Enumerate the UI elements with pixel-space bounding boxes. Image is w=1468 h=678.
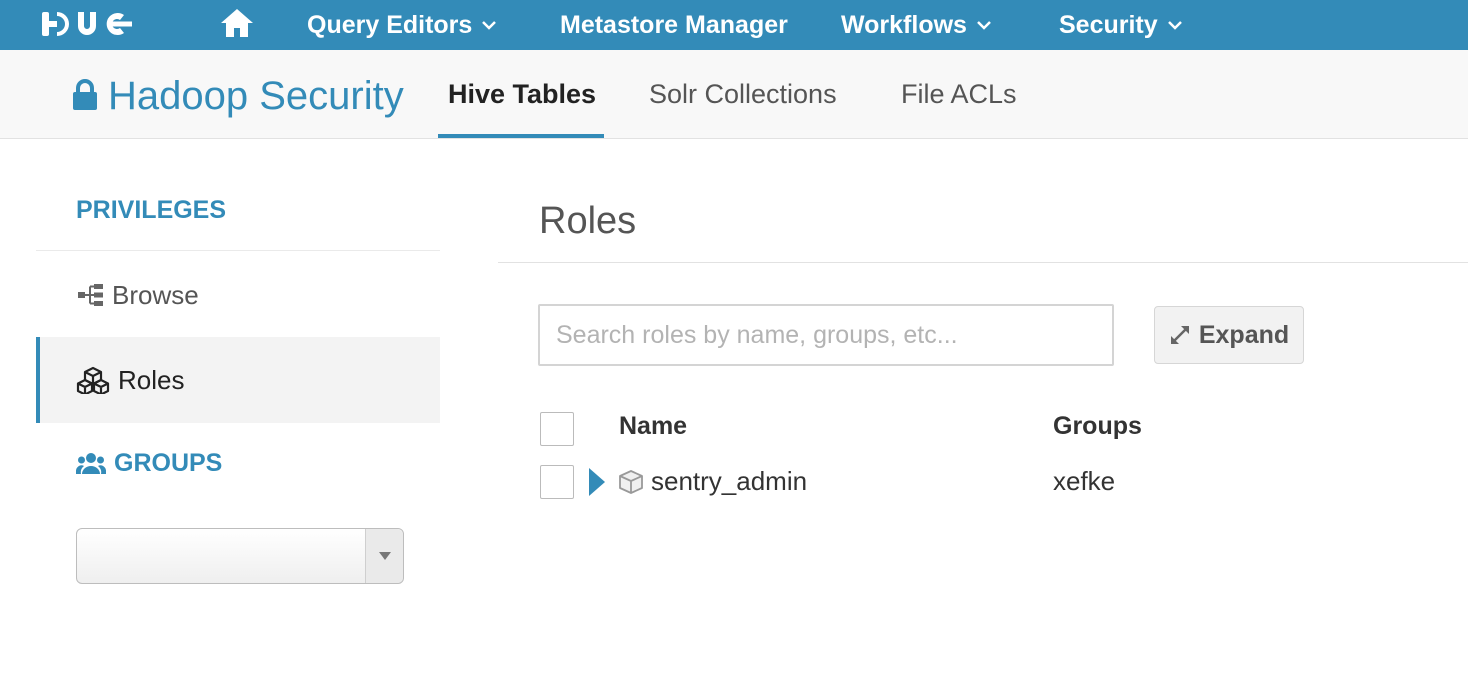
chevron-down-icon	[482, 21, 497, 30]
chevron-down-icon	[977, 21, 991, 30]
role-groups: xefke	[1053, 466, 1116, 496]
caret-right-icon[interactable]	[588, 467, 606, 497]
lock-icon	[73, 78, 97, 110]
expand-button[interactable]: Expand	[1154, 306, 1304, 364]
caret-down-icon	[378, 552, 391, 560]
nav-workflows[interactable]: Workflows	[841, 0, 991, 50]
role-name[interactable]: sentry_admin	[651, 466, 807, 497]
hue-logo[interactable]	[40, 9, 152, 39]
tab-solr-collections-label: Solr Collections	[649, 78, 837, 109]
sidebar-item-browse-label: Browse	[112, 279, 199, 310]
column-header-name: Name	[619, 412, 688, 440]
app-header: Hadoop Security Hive Tables Solr Collect…	[0, 50, 1468, 139]
sidebar-item-roles-label: Roles	[118, 364, 185, 395]
nav-security-label: Security	[1059, 10, 1158, 39]
cubes-icon	[76, 366, 110, 394]
nav-security[interactable]: Security	[1059, 0, 1182, 50]
group-select[interactable]	[76, 528, 404, 584]
search-roles-input[interactable]	[538, 304, 1114, 366]
row-checkbox[interactable]	[540, 465, 574, 499]
cube-icon	[619, 470, 643, 494]
privileges-header: PRIVILEGES	[76, 196, 227, 224]
top-navbar: Query Editors Metastore Manager Workflow…	[0, 0, 1468, 50]
column-header-groups: Groups	[1053, 412, 1142, 440]
home-icon	[221, 9, 253, 37]
app-title-label: Hadoop Security	[108, 74, 404, 118]
app-title[interactable]: Hadoop Security	[72, 74, 404, 119]
tree-icon	[78, 284, 103, 306]
tab-file-acls[interactable]: File ACLs	[901, 50, 1017, 138]
nav-workflows-label: Workflows	[841, 10, 967, 39]
main-divider	[498, 262, 1468, 263]
tab-hive-tables[interactable]: Hive Tables	[438, 50, 604, 138]
chevron-down-icon	[1167, 21, 1182, 30]
groups-header-label: GROUPS	[114, 449, 223, 477]
sidebar-item-browse[interactable]: Browse	[36, 252, 440, 338]
tab-file-acls-label: File ACLs	[901, 78, 1017, 109]
nav-metastore-manager[interactable]: Metastore Manager	[560, 0, 788, 50]
hue-logo-icon	[42, 12, 132, 36]
expand-button-label: Expand	[1198, 320, 1290, 349]
nav-query-editors-label: Query Editors	[307, 10, 473, 39]
group-select-toggle[interactable]	[365, 529, 403, 583]
users-icon	[76, 452, 106, 474]
select-all-checkbox[interactable]	[540, 412, 574, 446]
nav-metastore-manager-label: Metastore Manager	[560, 10, 788, 39]
sidebar-divider	[36, 250, 440, 251]
sidebar-item-roles[interactable]: Roles	[36, 337, 440, 423]
home-button[interactable]	[219, 7, 255, 39]
tab-hive-tables-label: Hive Tables	[448, 78, 597, 109]
groups-header: GROUPS	[76, 449, 222, 478]
tab-solr-collections[interactable]: Solr Collections	[649, 50, 837, 138]
page-title: Roles	[539, 200, 637, 242]
expand-icon	[1170, 326, 1189, 344]
nav-query-editors[interactable]: Query Editors	[307, 0, 497, 50]
